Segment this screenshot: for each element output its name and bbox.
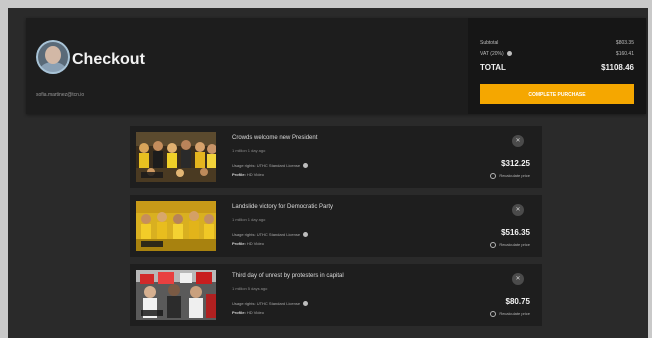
subtotal-label: Subtotal [480,40,499,46]
thumbnail-badge [141,172,163,178]
recalculate-price-link[interactable]: Recalculate price [490,242,530,248]
recalculate-price-link[interactable]: Recalculate price [490,311,530,317]
page-title: Checkout [72,51,145,68]
usage-value: UTHC Standard License [256,232,301,237]
recalculate-label: Recalculate price [499,242,530,248]
item-title: Landslide victory for Democratic Party [232,204,334,210]
info-icon[interactable] [507,51,513,57]
complete-purchase-button[interactable]: COMPLETE PURCHASE [480,84,634,104]
usage-value: UTHC Standard License [256,163,301,168]
usage-label: Usage rights: [232,232,256,237]
recalculate-label: Recalculate price [499,173,530,179]
thumbnail-badge [141,241,163,247]
item-title: Crowds welcome new President [232,135,318,141]
checkout-header: Checkout sofia.martinez@tcn.io Subtotal … [26,18,646,114]
item-thumbnail[interactable] [136,132,216,182]
profile-label: Profile: [232,310,246,315]
item-usage-rights: Usage rights: UTHC Standard License [232,232,309,238]
usage-value: UTHC Standard License [256,301,301,306]
profile-value: HD Video [246,241,264,246]
subtotal-value: $803.35 [615,40,634,46]
vat-label: VAT (20%) [480,51,504,57]
remove-item-button[interactable]: ✕ [512,204,524,216]
item-timestamp: 1 million 1 day ago [232,148,266,153]
item-profile: Profile: HD Video [232,310,264,315]
info-icon[interactable] [303,163,309,169]
total-value: $1108.46 [601,63,634,72]
profile-value: HD Video [246,310,264,315]
cart-item: Crowds welcome new President 1 million 1… [130,126,542,188]
remove-item-button[interactable]: ✕ [512,273,524,285]
usage-label: Usage rights: [232,301,256,306]
total-label: TOTAL [480,63,506,72]
refresh-icon [490,242,497,248]
recalculate-label: Recalculate price [499,311,530,317]
item-price: $516.35 [501,228,530,237]
item-timestamp: 1 million 1 day ago [232,217,266,222]
item-timestamp: 1 million 5 days ago [232,286,268,291]
info-icon[interactable] [303,301,309,307]
profile-value: HD Video [246,172,264,177]
cart-item: Third day of unrest by protesters in cap… [130,264,542,326]
vat-value: $160.41 [615,51,634,57]
vat-row: VAT (20%) $160.41 [480,51,634,57]
thumbnail-badge [141,310,163,316]
item-usage-rights: Usage rights: UTHC Standard License [232,163,309,169]
usage-label: Usage rights: [232,163,256,168]
checkout-app: Checkout sofia.martinez@tcn.io Subtotal … [8,8,648,338]
profile-label: Profile: [232,172,246,177]
refresh-icon [490,311,497,317]
item-profile: Profile: HD Video [232,172,264,177]
avatar-ring [36,40,70,74]
profile-label: Profile: [232,241,246,246]
subtotal-row: Subtotal $803.35 [480,40,634,46]
info-icon[interactable] [303,232,309,238]
item-price: $80.75 [505,297,530,306]
user-avatar[interactable] [36,40,70,74]
recalculate-price-link[interactable]: Recalculate price [490,173,530,179]
item-thumbnail[interactable] [136,270,216,320]
total-row: TOTAL $1108.46 [480,63,634,72]
item-title: Third day of unrest by protesters in cap… [232,273,344,279]
cart-items-list: Crowds welcome new President 1 million 1… [130,126,542,333]
cart-item: Landslide victory for Democratic Party 1… [130,195,542,257]
item-price: $312.25 [501,159,530,168]
refresh-icon [490,173,497,179]
item-thumbnail[interactable] [136,201,216,251]
order-summary: Subtotal $803.35 VAT (20%) $160.41 TOTAL… [468,18,646,114]
remove-item-button[interactable]: ✕ [512,135,524,147]
user-email: sofia.martinez@tcn.io [36,92,85,98]
item-usage-rights: Usage rights: UTHC Standard License [232,301,309,307]
item-profile: Profile: HD Video [232,241,264,246]
